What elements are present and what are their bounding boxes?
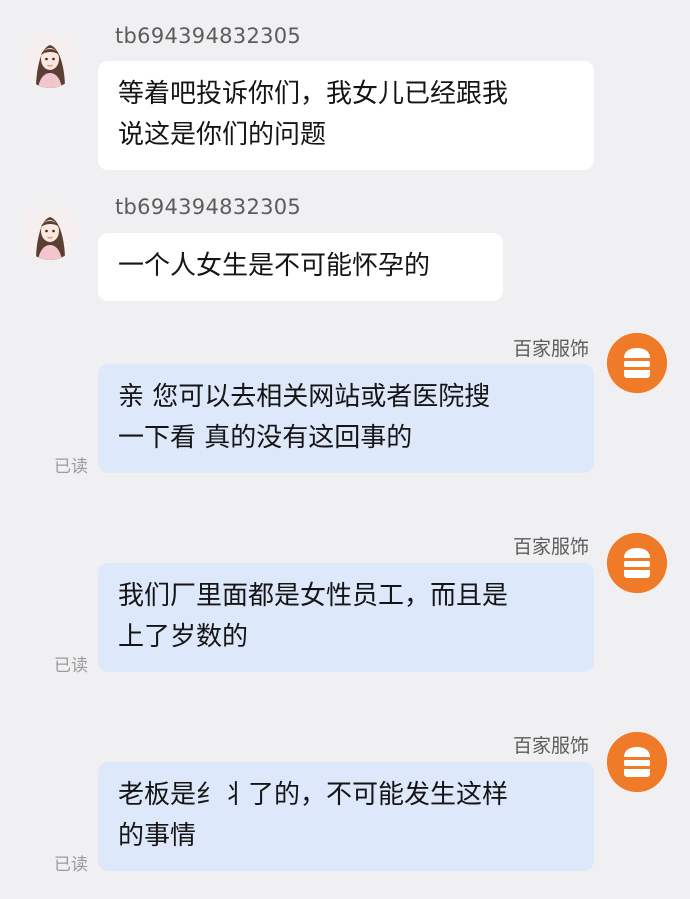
sender-name: tb694394832305 [115, 195, 302, 219]
store-icon[interactable] [607, 333, 667, 393]
sender-name: tb694394832305 [115, 24, 302, 48]
read-status: 已读 [54, 656, 88, 676]
store-icon[interactable] [607, 732, 667, 792]
sender-name: 百家服饰 [512, 735, 589, 757]
read-status: 已读 [54, 855, 88, 875]
sender-name: 百家服饰 [512, 536, 589, 558]
sender-name: 百家服饰 [512, 338, 589, 360]
read-status: 已读 [54, 457, 88, 477]
female-avatar-icon[interactable] [22, 32, 78, 88]
chat-view: tb694394832305 等着吧投诉你们，我女儿已经跟我 说这是你们的问题 … [0, 0, 690, 899]
store-icon[interactable] [607, 533, 667, 593]
message-bubble[interactable]: 等着吧投诉你们，我女儿已经跟我 说这是你们的问题 [98, 61, 594, 170]
female-avatar-icon[interactable] [22, 204, 78, 260]
message-bubble[interactable]: 一个人女生是不可能怀孕的 [98, 233, 503, 301]
message-bubble[interactable]: 亲 您可以去相关网站或者医院搜 一下看 真的没有这回事的 [98, 364, 594, 473]
message-bubble[interactable]: 老板是纟丬了的，不可能发生这样 的事情 [98, 762, 594, 871]
message-bubble[interactable]: 我们厂里面都是女性员工，而且是 上了岁数的 [98, 563, 594, 672]
